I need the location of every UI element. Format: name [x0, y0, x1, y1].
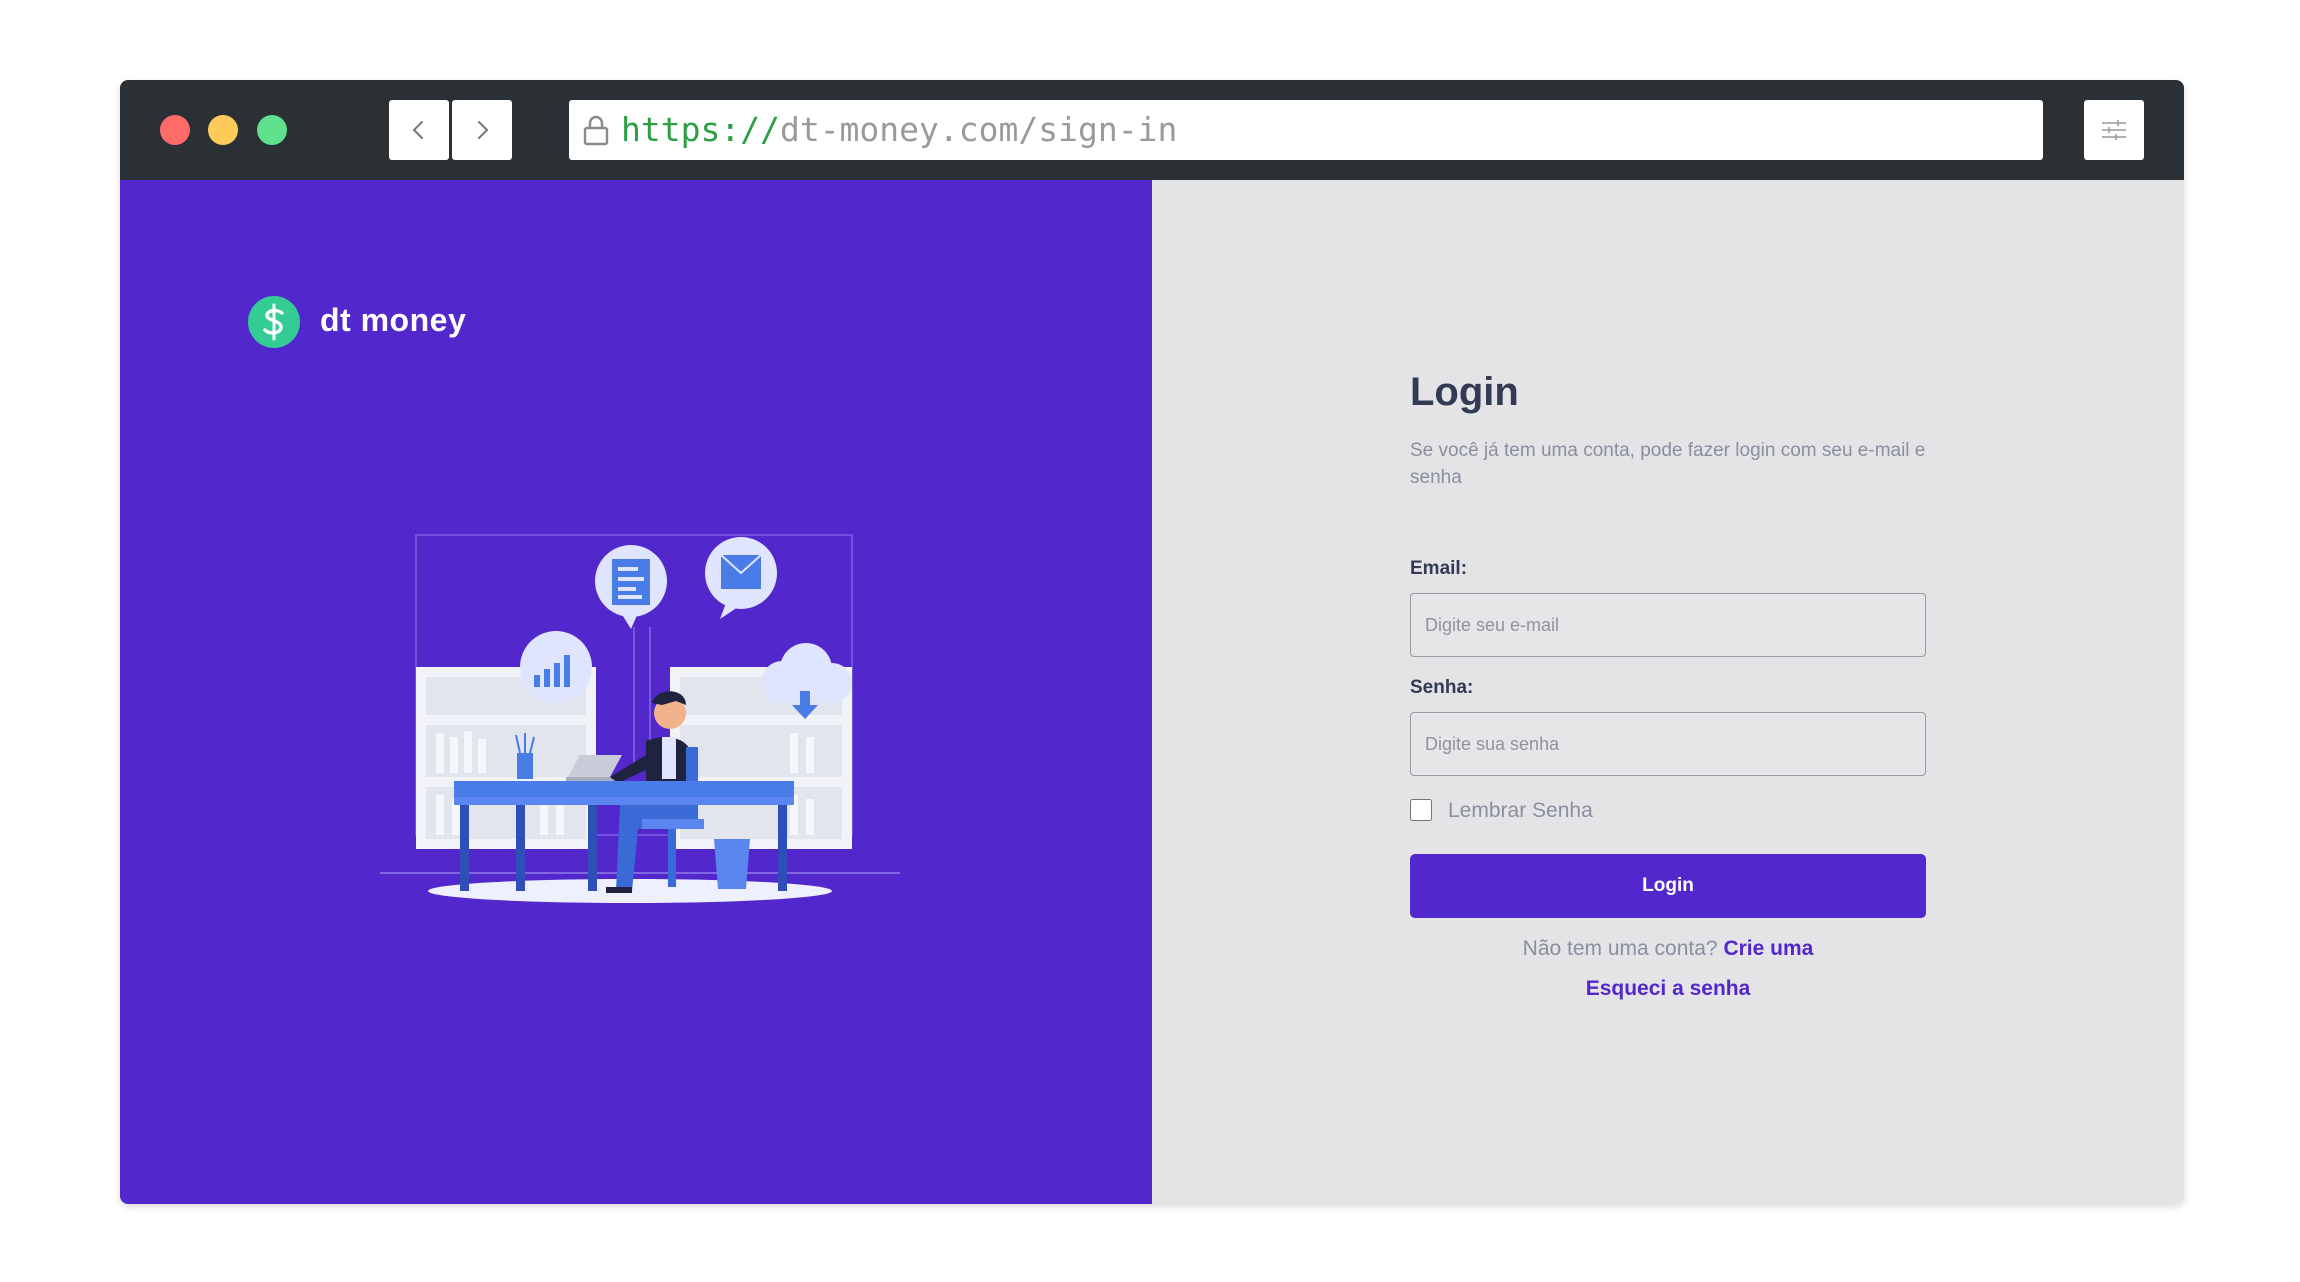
create-account-link[interactable]: Crie uma [1723, 937, 1813, 960]
password-label: Senha: [1410, 677, 1474, 698]
signup-prompt: Não tem uma conta? Crie uma [1410, 937, 1926, 961]
brand-name: dt money [320, 302, 467, 338]
login-button[interactable]: Login [1410, 854, 1926, 918]
login-panel: Login Se você já tem uma conta, pode faz… [1152, 180, 2184, 1204]
close-window-dot[interactable] [160, 115, 190, 145]
remember-password-checkbox[interactable] [1410, 799, 1432, 821]
chevron-right-icon [478, 121, 488, 139]
chevron-left-icon [413, 121, 423, 139]
page-title: Login [1410, 370, 1519, 414]
forward-button[interactable] [452, 100, 512, 160]
back-button[interactable] [389, 100, 449, 160]
sliders-icon [2102, 120, 2126, 140]
settings-button[interactable] [2084, 100, 2144, 160]
lock-icon [583, 115, 609, 146]
dollar-icon [248, 296, 300, 348]
remember-password-label[interactable]: Lembrar Senha [1448, 797, 1593, 825]
address-bar[interactable]: https://dt-money.com/sign-in [569, 100, 2043, 160]
email-label: Email: [1410, 558, 1468, 579]
browser-window: https://dt-money.com/sign-in dt money Lo… [120, 80, 2184, 1204]
office-illustration [380, 534, 900, 903]
browser-toolbar: https://dt-money.com/sign-in [120, 80, 2184, 180]
maximize-window-dot[interactable] [257, 115, 287, 145]
url-scheme: https:// [621, 110, 780, 149]
brand-panel: dt money [120, 180, 1152, 1204]
url-path: dt-money.com/sign-in [779, 110, 1178, 149]
minimize-window-dot[interactable] [208, 115, 238, 145]
forgot-password-link[interactable]: Esqueci a senha [1586, 977, 1751, 1000]
login-subtitle: Se você já tem uma conta, pode fazer log… [1410, 440, 1926, 488]
email-input[interactable] [1410, 593, 1926, 657]
password-input[interactable] [1410, 712, 1926, 776]
url-text: https://dt-money.com/sign-in [621, 100, 1177, 160]
forgot-password-row: Esqueci a senha [1410, 977, 1926, 1001]
signup-question: Não tem uma conta? [1522, 937, 1718, 960]
